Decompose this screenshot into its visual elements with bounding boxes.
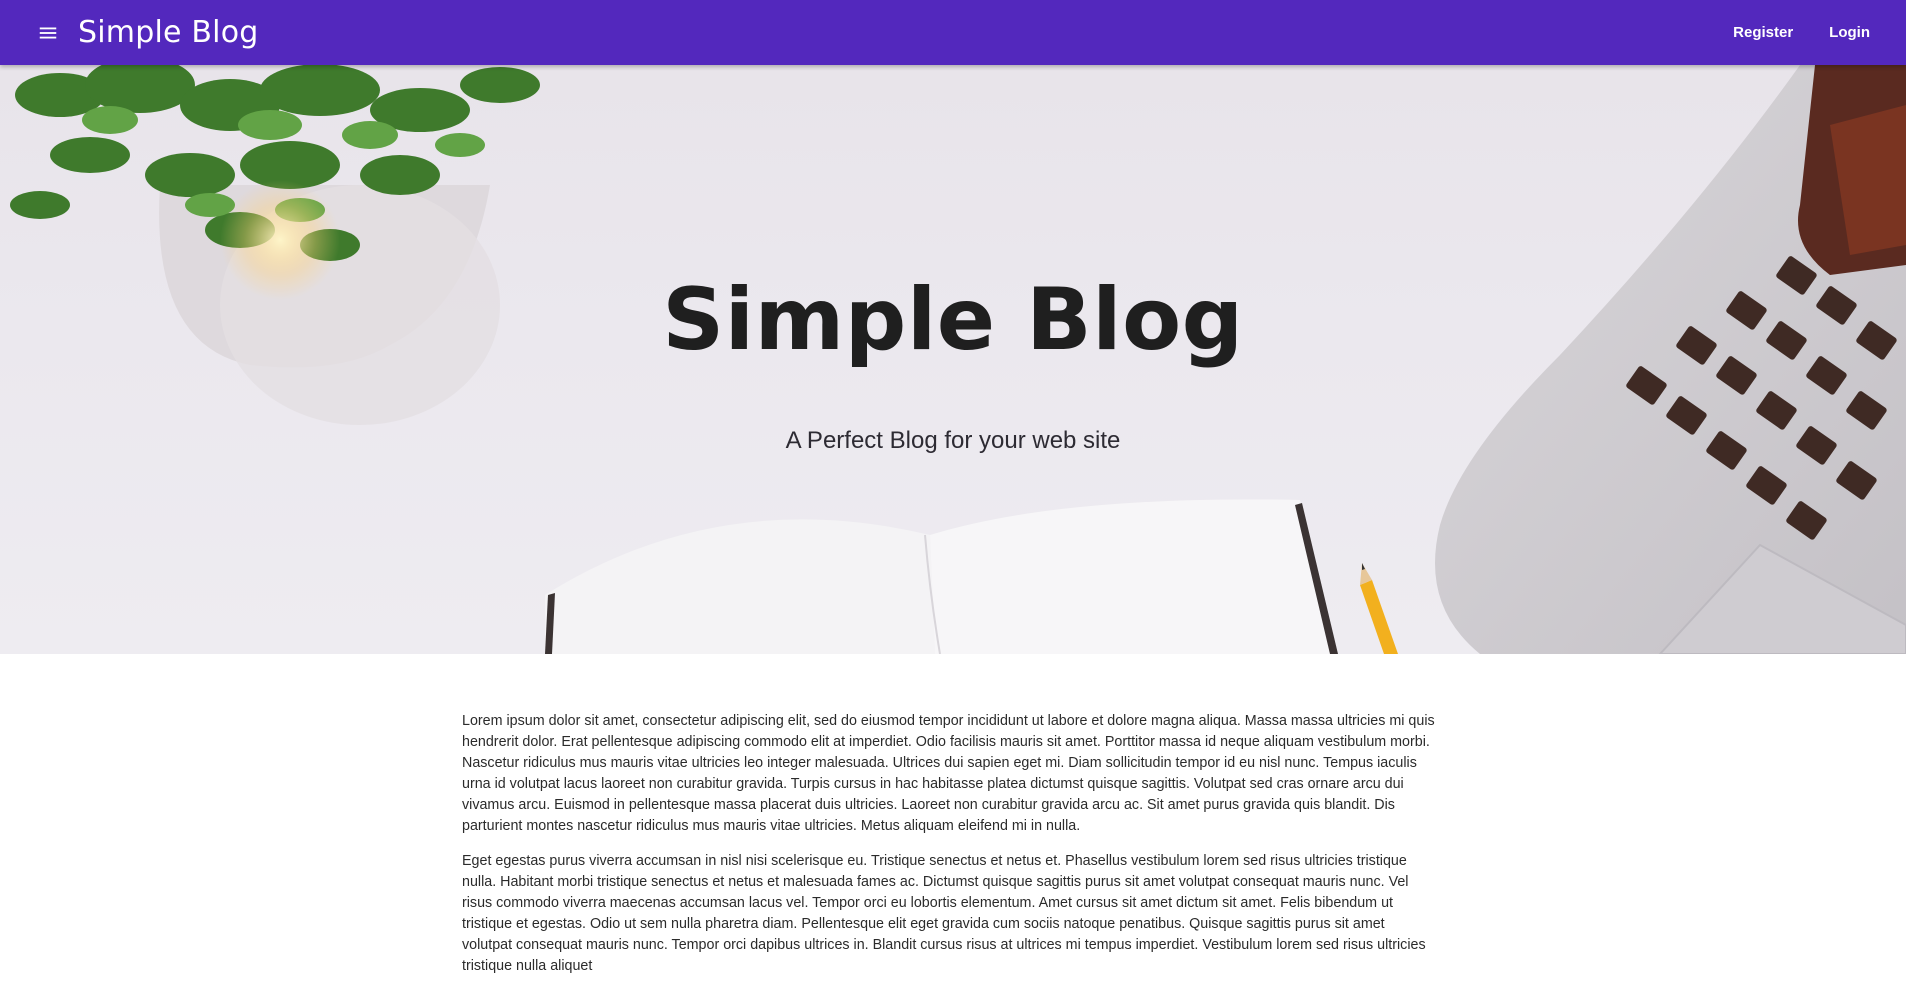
menu-icon bbox=[39, 27, 57, 38]
top-app-bar: Simple Blog Register Login bbox=[0, 0, 1906, 65]
hero-banner: Simple Blog A Perfect Blog for your web … bbox=[0, 65, 1906, 654]
app-title[interactable]: Simple Blog bbox=[78, 15, 259, 50]
menu-button[interactable] bbox=[24, 9, 72, 57]
notebook-image bbox=[545, 499, 1338, 654]
hero-title: Simple Blog bbox=[662, 270, 1244, 370]
register-button[interactable]: Register bbox=[1719, 14, 1807, 51]
paragraph: Eget egestas purus viverra accumsan in n… bbox=[462, 853, 1426, 974]
blog-content: Lorem ipsum dolor sit amet, consectetur … bbox=[462, 711, 1438, 991]
login-button[interactable]: Login bbox=[1815, 14, 1884, 51]
header-nav: Register Login bbox=[1719, 14, 1884, 51]
pencil-image bbox=[1360, 563, 1398, 654]
hero-subtitle: A Perfect Blog for your web site bbox=[785, 427, 1121, 454]
plant-image bbox=[10, 65, 540, 425]
paragraph: Lorem ipsum dolor sit amet, consectetur … bbox=[462, 713, 1435, 834]
